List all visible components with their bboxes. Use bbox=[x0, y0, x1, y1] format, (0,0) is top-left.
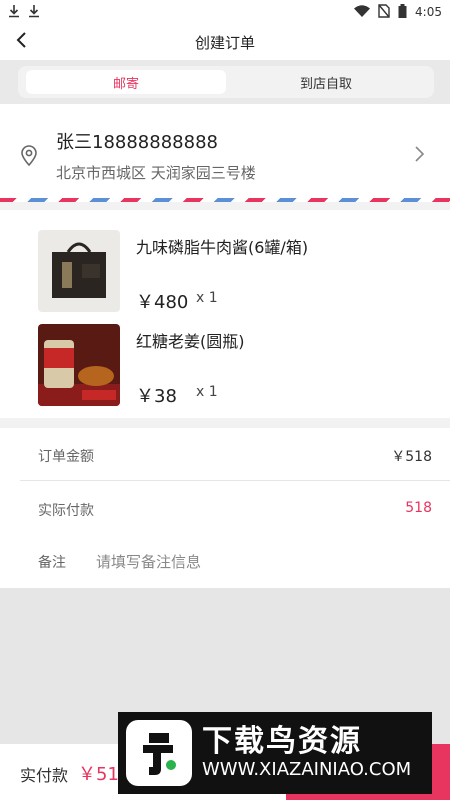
watermark-overlay: 下载鸟资源 WWW.XIAZAINIAO.COM bbox=[118, 712, 432, 794]
product-quantity: x 1 bbox=[196, 384, 218, 400]
address-detail: 北京市西城区 天润家园三号楼 bbox=[56, 164, 256, 182]
no-sim-icon bbox=[378, 3, 390, 21]
download-icon bbox=[8, 4, 20, 21]
wifi-icon bbox=[354, 4, 371, 20]
airmail-stripe bbox=[0, 198, 450, 202]
actual-pay-label: 实际付款 bbox=[38, 503, 94, 519]
product-list: 九味磷脂牛肉酱(6罐/箱) ￥480 x 1 红糖老姜(圆瓶) ￥38 x 1 bbox=[0, 210, 450, 418]
back-button[interactable] bbox=[8, 28, 36, 56]
address-name-phone: 张三18888888888 bbox=[56, 132, 218, 153]
page-title: 创建订单 bbox=[194, 33, 255, 52]
delivery-tabs: 邮寄 到店自取 bbox=[18, 66, 434, 98]
product-image bbox=[38, 230, 120, 312]
remark-label: 备注 bbox=[38, 555, 66, 571]
watermark-url: WWW.XIAZAINIAO.COM bbox=[202, 759, 412, 780]
battery-icon bbox=[398, 3, 407, 21]
watermark-logo-icon bbox=[126, 720, 192, 786]
status-time: 4:05 bbox=[415, 5, 442, 19]
product-quantity: x 1 bbox=[196, 290, 218, 306]
product-price: ￥38 bbox=[136, 386, 177, 407]
address-card[interactable]: 张三18888888888 北京市西城区 天润家园三号楼 bbox=[0, 104, 450, 202]
product-name: 红糖老姜(圆瓶) bbox=[136, 332, 245, 351]
chevron-right-icon bbox=[414, 144, 430, 164]
product-name: 九味磷脂牛肉酱(6罐/箱) bbox=[136, 238, 309, 257]
download-icon bbox=[28, 4, 40, 21]
watermark-title: 下载鸟资源 bbox=[202, 724, 362, 759]
divider bbox=[20, 480, 450, 481]
status-left bbox=[8, 4, 40, 21]
location-pin-icon bbox=[18, 144, 40, 167]
tab-mail[interactable]: 邮寄 bbox=[26, 70, 226, 94]
pay-label: 实付款 bbox=[20, 766, 69, 785]
chevron-left-icon bbox=[16, 32, 28, 52]
nav-bar: 创建订单 bbox=[0, 24, 450, 60]
watermark-text: 下载鸟资源 WWW.XIAZAINIAO.COM bbox=[202, 725, 411, 781]
product-image bbox=[38, 324, 120, 406]
order-amount-label: 订单金额 bbox=[38, 449, 94, 465]
order-amount-value: ￥518 bbox=[391, 449, 432, 465]
pay-amount: ￥51 bbox=[78, 764, 119, 785]
product-price: ￥480 bbox=[136, 292, 189, 313]
remark-input[interactable]: 请填写备注信息 bbox=[96, 551, 201, 572]
status-bar: 4:05 bbox=[0, 0, 450, 24]
actual-pay-value: 518 bbox=[405, 500, 432, 516]
delivery-tabs-section: 邮寄 到店自取 bbox=[0, 60, 450, 104]
status-right: 4:05 bbox=[354, 3, 442, 21]
order-summary: 订单金额 ￥518 实际付款 518 备注 请填写备注信息 bbox=[0, 428, 450, 588]
tab-store-pickup[interactable]: 到店自取 bbox=[226, 70, 426, 94]
